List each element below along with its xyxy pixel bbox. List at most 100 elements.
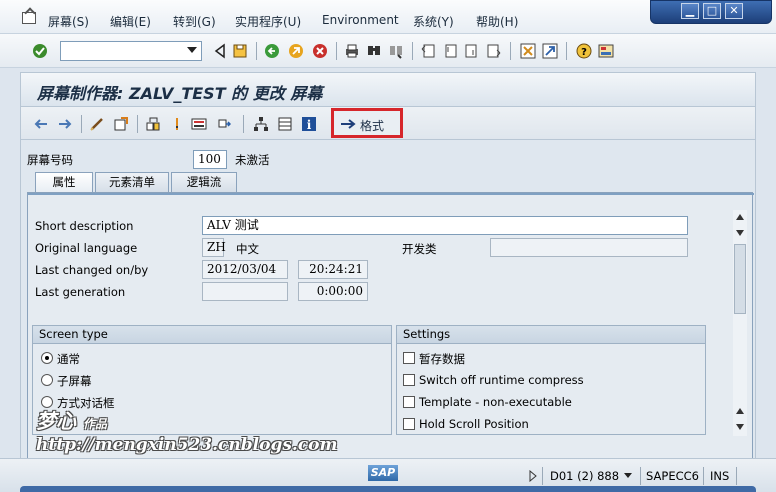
radio-modal-dialog[interactable] [41, 396, 53, 408]
radio-subscreen-label: 子屏幕 [57, 374, 92, 388]
tab-element-list[interactable]: 元素清单 [95, 172, 169, 192]
menu-utilities[interactable]: 实用程序(U) [235, 13, 301, 30]
checkbox-runtime-compress-label: Switch off runtime compress [419, 373, 584, 387]
back-arrow-icon[interactable] [33, 116, 49, 132]
navigate-icon[interactable] [215, 116, 231, 132]
separator [412, 42, 413, 60]
status-mode: INS [710, 469, 730, 483]
scroll-down-icon[interactable] [736, 424, 744, 430]
status-server: SAPECC6 [646, 469, 699, 483]
find-icon[interactable] [366, 43, 382, 59]
format-button-label: 格式 [360, 119, 385, 133]
screen-number-label: 屏幕号码 [27, 153, 73, 167]
original-language-label: Original language [35, 241, 138, 255]
layout-icon[interactable] [277, 116, 293, 132]
status-expand-icon[interactable] [528, 470, 538, 482]
hierarchy-icon[interactable] [253, 116, 269, 132]
separator [336, 42, 337, 60]
activate-icon[interactable] [113, 116, 129, 132]
close-icon[interactable]: ✕ [725, 3, 743, 19]
history-back-icon[interactable] [212, 43, 228, 59]
minimize-icon[interactable]: ▁ [681, 3, 699, 19]
svg-text:i: i [307, 118, 312, 132]
radio-normal[interactable] [41, 352, 53, 364]
settings-title: Settings [397, 326, 705, 344]
watermark-subtitle: 作品 [82, 417, 107, 431]
tab-flow-logic[interactable]: 逻辑流 [171, 172, 237, 192]
first-page-icon[interactable] [420, 43, 436, 59]
settings-group: Settings 暂存数据 Switch off runtime compres… [396, 325, 706, 435]
separator [703, 467, 704, 485]
separator [566, 42, 567, 60]
menu-help[interactable]: 帮助(H) [476, 13, 518, 30]
checkbox-hold-data-label: 暂存数据 [419, 352, 465, 366]
next-page-icon[interactable] [464, 43, 480, 59]
chevron-down-icon[interactable] [187, 47, 197, 53]
last-page-icon[interactable] [486, 43, 502, 59]
menu-system[interactable]: 系统(Y) [413, 13, 454, 30]
scroll-up-icon[interactable] [736, 214, 744, 220]
forward-arrow-icon[interactable] [57, 116, 73, 132]
separator [137, 115, 138, 133]
screen-type-title: Screen type [33, 326, 391, 344]
create-session-icon[interactable] [520, 43, 536, 59]
scroll-down-icon[interactable] [736, 230, 744, 236]
shortcut-icon[interactable] [542, 43, 558, 59]
where-used-icon[interactable] [145, 116, 161, 132]
checkbox-template[interactable] [403, 396, 415, 408]
checkbox-template-label: Template - non-executable [419, 395, 572, 409]
previous-page-icon[interactable] [442, 43, 458, 59]
maximize-icon[interactable]: □ [703, 3, 721, 19]
window-controls: ▁ □ ✕ [650, 0, 772, 24]
vertical-scrollbar[interactable] [733, 210, 747, 436]
scroll-thumb[interactable] [734, 244, 746, 314]
last-changed-label: Last changed on/by [35, 263, 149, 277]
tab-attributes[interactable]: 属性 [35, 172, 93, 193]
customize-layout-icon[interactable] [598, 43, 614, 59]
standard-toolbar: ? [0, 34, 776, 68]
dev-class-label: 开发类 [402, 242, 437, 256]
window-bottom-edge [20, 486, 756, 492]
checkbox-hold-scroll[interactable] [403, 418, 415, 430]
information-icon[interactable]: i [301, 116, 317, 132]
radio-normal-label: 通常 [57, 352, 80, 366]
find-next-icon[interactable] [388, 43, 404, 59]
last-generation-label: Last generation [35, 285, 126, 299]
checkbox-runtime-compress[interactable] [403, 374, 415, 386]
separator [736, 467, 737, 485]
save-icon[interactable] [232, 43, 248, 59]
checkbox-hold-data[interactable] [403, 352, 415, 364]
help-icon[interactable]: ? [576, 43, 592, 59]
back-icon[interactable] [264, 43, 280, 59]
command-field[interactable] [60, 41, 202, 61]
info-flag-icon[interactable] [169, 116, 185, 132]
system-menu-icon[interactable] [22, 12, 36, 24]
status-session: D01 (2) 888 [550, 469, 620, 483]
watermark: 梦心 作品 http://mengxin523.cnblogs.com [36, 410, 338, 455]
checkbox-hold-scroll-label: Hold Scroll Position [419, 417, 529, 431]
last-changed-time: 20:24:21 [298, 260, 368, 279]
print-icon[interactable] [344, 43, 360, 59]
exit-icon[interactable] [288, 43, 304, 59]
tab-strip-line [28, 193, 754, 195]
watermark-title: 梦心 [36, 409, 76, 433]
menu-edit[interactable]: 编辑(E) [110, 13, 151, 30]
short-description-label: Short description [35, 219, 134, 233]
scroll-up-icon[interactable] [736, 408, 744, 414]
cancel-icon[interactable] [312, 43, 328, 59]
last-changed-date: 2012/03/04 [202, 260, 288, 279]
screen-number-field[interactable]: 100 [193, 150, 227, 169]
menu-goto[interactable]: 转到(G) [173, 13, 216, 30]
format-button[interactable]: 格式 [331, 108, 403, 138]
original-language-code: ZH [202, 238, 226, 257]
chevron-down-icon[interactable] [624, 473, 632, 478]
edit-toggle-icon[interactable] [89, 116, 105, 132]
separator [81, 115, 82, 133]
enter-icon[interactable] [32, 43, 48, 59]
radio-subscreen[interactable] [41, 374, 53, 386]
short-description-field[interactable]: ALV 测试 [202, 216, 688, 235]
menu-environment[interactable]: Environment [322, 13, 399, 27]
menu-screen[interactable]: 屏幕(S) [48, 13, 89, 30]
arrow-right-icon [341, 119, 356, 129]
display-object-icon[interactable] [191, 116, 207, 132]
